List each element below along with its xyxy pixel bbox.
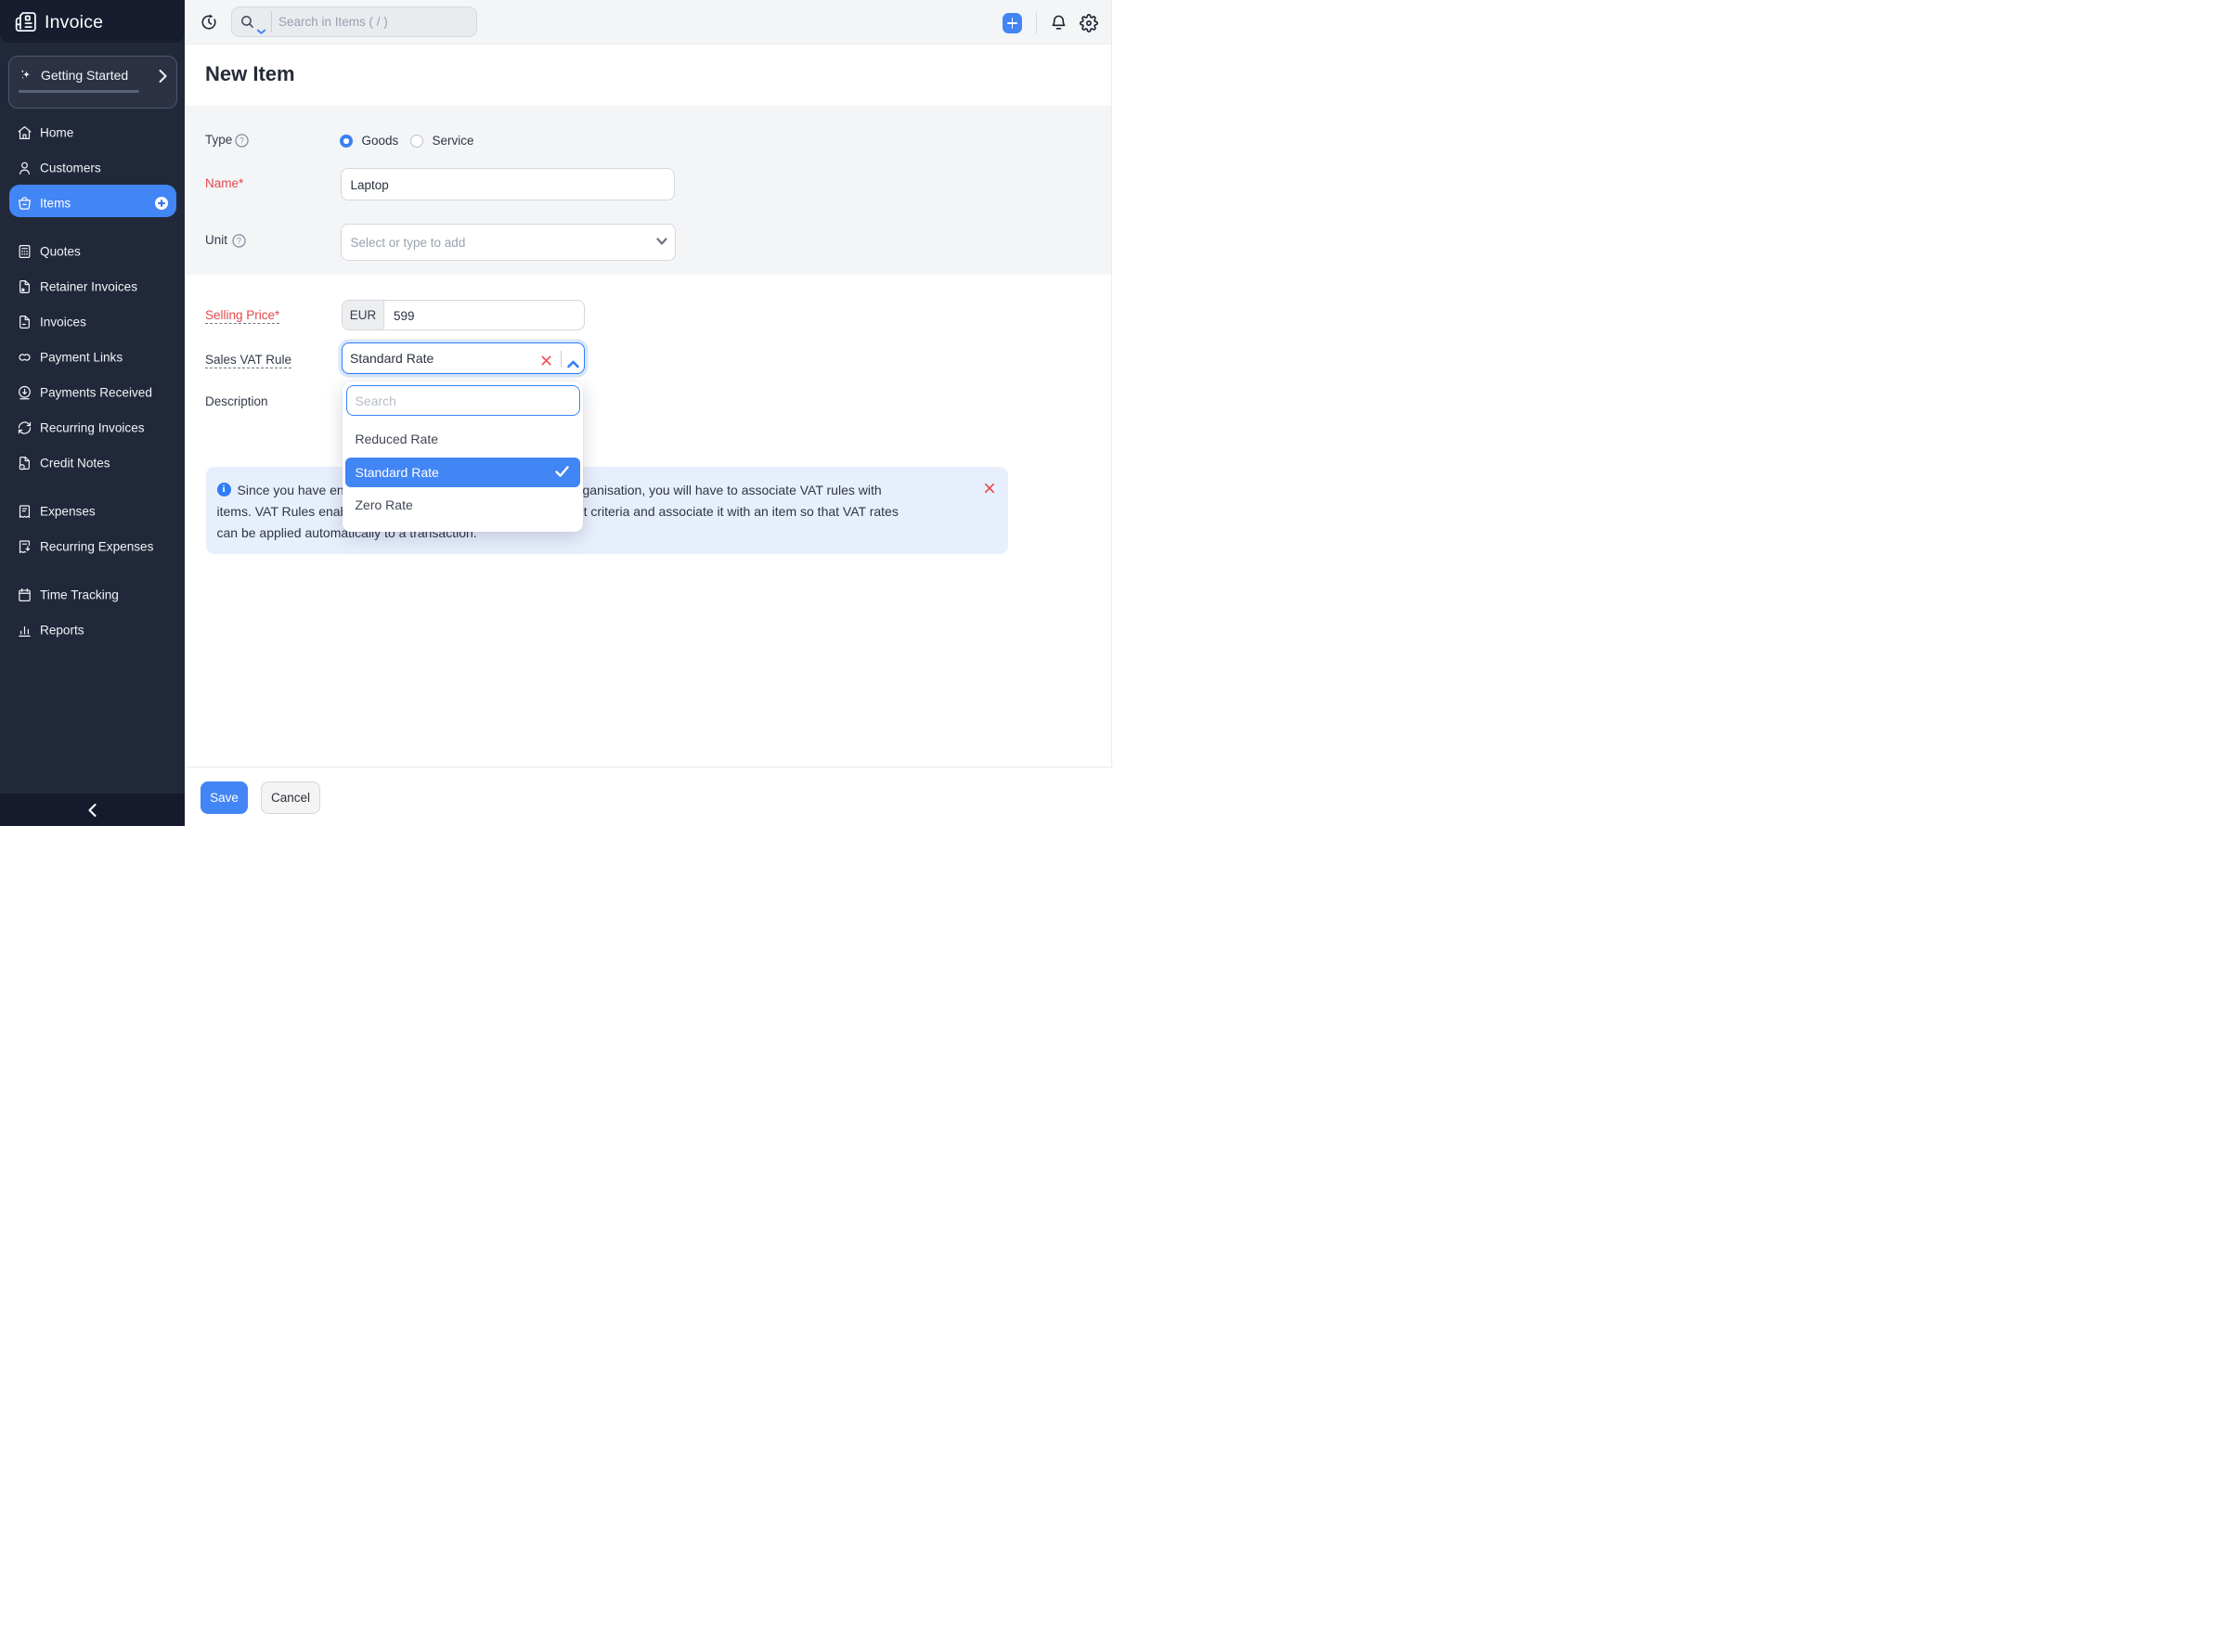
svg-text:?: ? bbox=[237, 237, 241, 246]
svg-text:?: ? bbox=[239, 136, 244, 146]
